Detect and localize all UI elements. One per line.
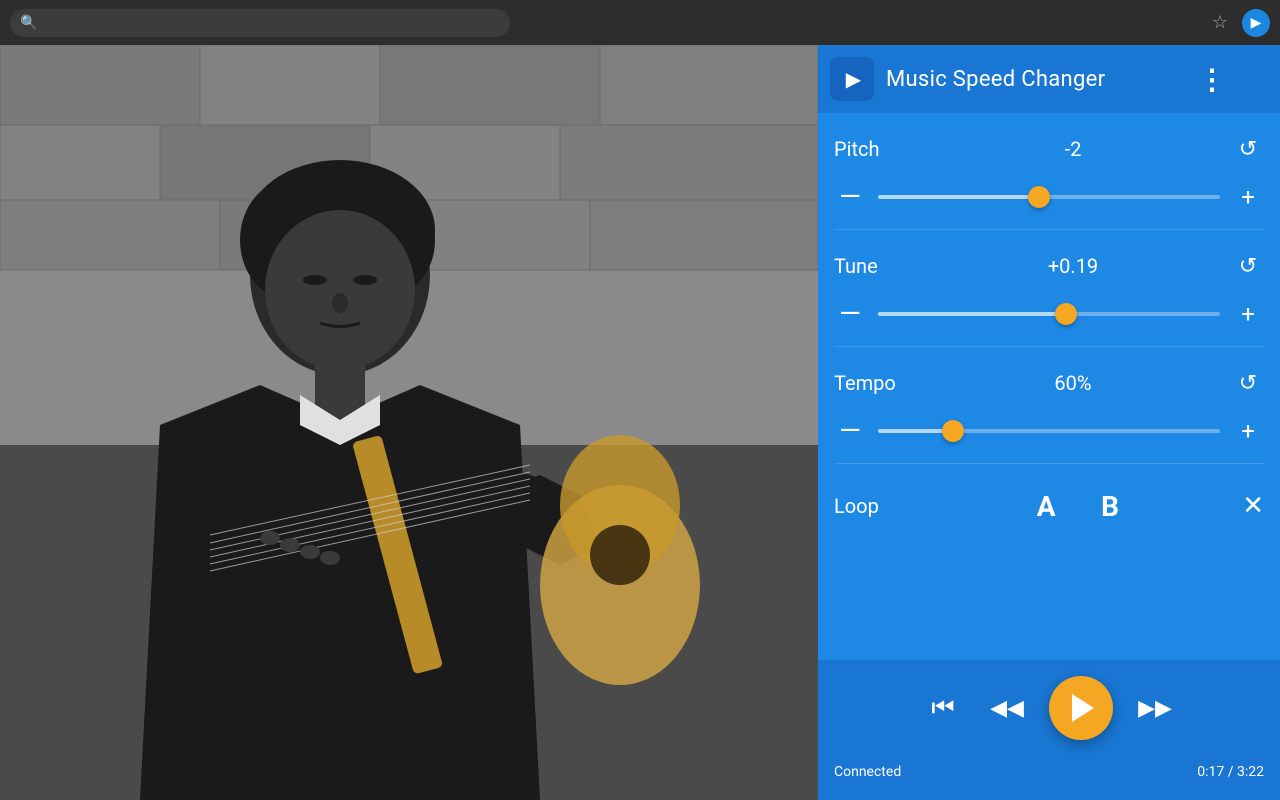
tempo-value: 60% — [914, 371, 1232, 395]
pitch-value: -2 — [914, 137, 1232, 161]
fast-forward-button[interactable]: ▶▶ — [1133, 686, 1177, 730]
search-bar[interactable]: 🔍 — [10, 9, 510, 37]
loop-close-button[interactable]: ✕ — [1242, 491, 1264, 521]
music-speed-changer-panel: ▶ Music Speed Changer ⋮ Pitch -2 ↺ — + — [818, 45, 1280, 800]
tune-decrease-button[interactable]: — — [834, 298, 866, 330]
tempo-slider-row: — + — [834, 415, 1264, 447]
status-bar: Connected 0:17 / 3:22 — [818, 756, 1280, 792]
pitch-section: Pitch -2 ↺ — + — [834, 113, 1264, 230]
toolbar-right: ☆ ▶ — [1206, 9, 1270, 37]
player-controls: ⏮ ◀◀ ▶▶ — [921, 676, 1177, 740]
video-container — [0, 45, 818, 800]
loop-b-button[interactable]: B — [1088, 484, 1132, 528]
loop-a-button[interactable]: A — [1024, 484, 1068, 528]
tune-reset-button[interactable]: ↺ — [1232, 250, 1264, 282]
tune-section: Tune +0.19 ↺ — + — [834, 230, 1264, 347]
pitch-slider[interactable] — [878, 195, 1220, 199]
video-background — [0, 45, 818, 800]
player-section: ⏮ ◀◀ ▶▶ Connected 0:17 / 3:22 — [818, 660, 1280, 800]
tempo-label: Tempo — [834, 371, 914, 395]
pitch-header: Pitch -2 ↺ — [834, 133, 1264, 165]
star-icon[interactable]: ☆ — [1206, 9, 1234, 37]
pitch-slider-row: — + — [834, 181, 1264, 213]
loop-section: Loop A B ✕ — [834, 464, 1264, 548]
tune-label: Tune — [834, 254, 914, 278]
tune-slider[interactable] — [878, 312, 1220, 316]
rewind-button[interactable]: ◀◀ — [985, 686, 1029, 730]
forward-extension-icon[interactable]: ▶ — [1242, 9, 1270, 37]
browser-chrome: 🔍 ☆ ▶ — [0, 0, 1280, 45]
tempo-header: Tempo 60% ↺ — [834, 367, 1264, 399]
playback-time: 0:17 / 3:22 — [1197, 764, 1264, 780]
tab-bar: 🔍 — [10, 9, 1198, 37]
loop-label: Loop — [834, 494, 914, 518]
tune-increase-button[interactable]: + — [1232, 298, 1264, 330]
pitch-label: Pitch — [834, 137, 914, 161]
play-icon — [1072, 694, 1094, 722]
app-logo: ▶ — [830, 57, 874, 101]
panel-content: Pitch -2 ↺ — + Tune +0.19 ↺ — [818, 113, 1280, 660]
tempo-decrease-button[interactable]: — — [834, 415, 866, 447]
panel-menu-button[interactable]: ⋮ — [1198, 63, 1226, 96]
pitch-reset-button[interactable]: ↺ — [1232, 133, 1264, 165]
pitch-decrease-button[interactable]: — — [834, 181, 866, 213]
tempo-increase-button[interactable]: + — [1232, 415, 1264, 447]
tune-value: +0.19 — [914, 254, 1232, 278]
search-icon: 🔍 — [20, 15, 37, 31]
tempo-reset-button[interactable]: ↺ — [1232, 367, 1264, 399]
tune-slider-row: — + — [834, 298, 1264, 330]
tempo-slider[interactable] — [878, 429, 1220, 433]
connection-status: Connected — [834, 764, 901, 780]
video-person-svg — [0, 45, 818, 800]
skip-back-button[interactable]: ⏮ — [921, 686, 965, 730]
panel-header: ▶ Music Speed Changer ⋮ — [818, 45, 1280, 113]
tempo-section: Tempo 60% ↺ — + — [834, 347, 1264, 464]
app-title: Music Speed Changer — [886, 67, 1186, 92]
loop-buttons: A B — [914, 484, 1242, 528]
play-button[interactable] — [1049, 676, 1113, 740]
pitch-increase-button[interactable]: + — [1232, 181, 1264, 213]
tune-header: Tune +0.19 ↺ — [834, 250, 1264, 282]
